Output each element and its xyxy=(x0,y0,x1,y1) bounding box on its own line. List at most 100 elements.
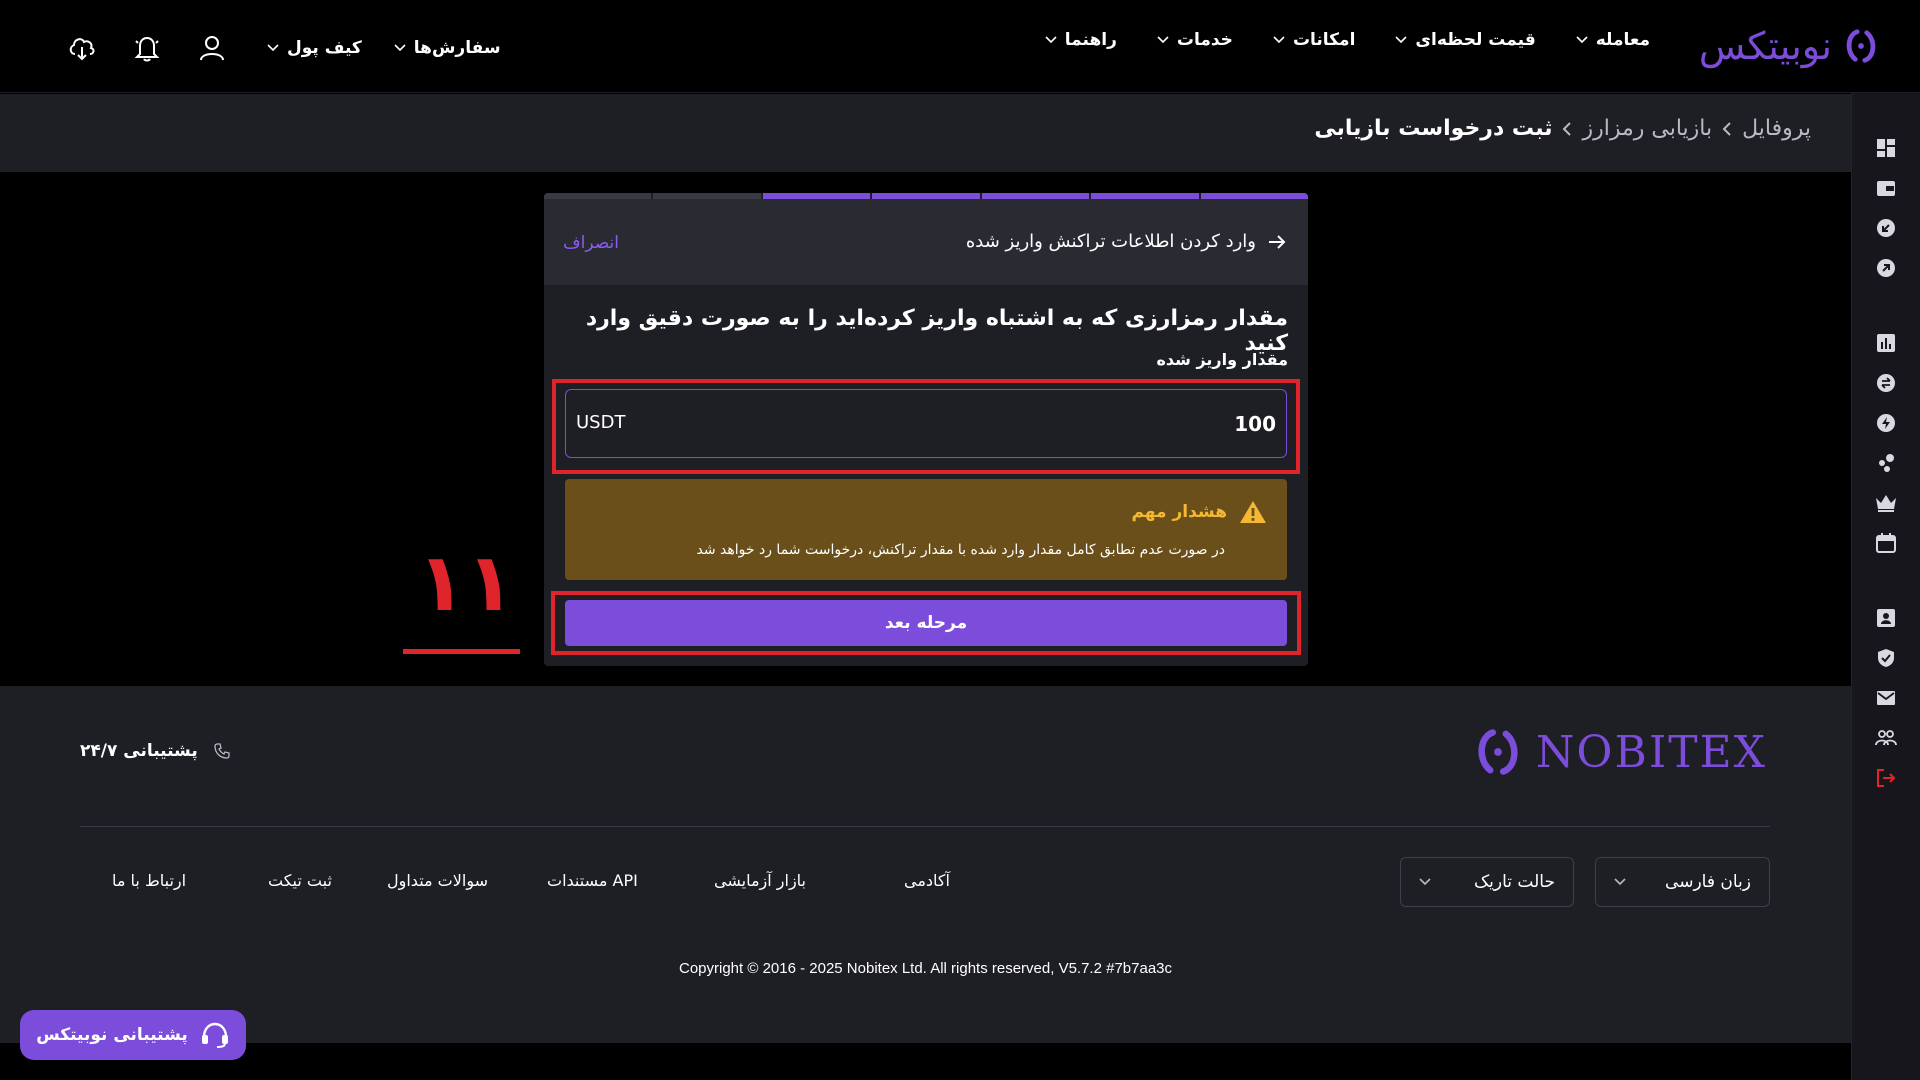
chevron-down-icon xyxy=(394,44,406,52)
arrow-right-icon[interactable] xyxy=(1268,234,1286,250)
warning-title-text: هشدار مهم xyxy=(1131,502,1227,522)
wallet-label: کیف پول xyxy=(287,38,362,58)
amount-value: 100 xyxy=(1234,412,1276,436)
headset-icon xyxy=(201,1022,228,1048)
chevron-down-icon xyxy=(1045,36,1057,44)
nav-help[interactable]: راهنما xyxy=(1045,30,1117,50)
wallet-icon[interactable] xyxy=(1874,176,1898,200)
nav-services-label: خدمات xyxy=(1176,30,1233,50)
footer-link-faq[interactable]: سوالات متداول xyxy=(387,871,488,890)
nav-features[interactable]: امکانات xyxy=(1273,30,1355,50)
breadcrumb-profile[interactable]: پروفایل xyxy=(1742,116,1811,141)
chevron-down-icon xyxy=(1273,36,1285,44)
nav-trade[interactable]: معامله xyxy=(1576,30,1650,50)
cancel-link[interactable]: انصراف xyxy=(563,233,619,253)
chevron-down-icon xyxy=(1157,36,1169,44)
amount-input[interactable]: USDT 100 xyxy=(565,389,1287,458)
crown-icon[interactable] xyxy=(1874,491,1898,515)
language-select-label: زبان فارسی xyxy=(1665,872,1751,892)
warning-body: در صورت عدم تطابق کامل مقدار وارد شده با… xyxy=(696,542,1226,558)
brand-logo[interactable]: نوبیتکس xyxy=(1699,24,1880,68)
notifications-button[interactable] xyxy=(127,28,167,68)
amount-unit: USDT xyxy=(576,412,626,433)
nav-services[interactable]: خدمات xyxy=(1157,30,1233,50)
theme-select-label: حالت تاریک xyxy=(1473,872,1555,892)
withdraw-icon[interactable] xyxy=(1874,256,1898,280)
profile-button[interactable] xyxy=(192,28,232,68)
footer-brand-name: NOBITEX xyxy=(1535,726,1767,778)
support-chat-button[interactable]: پشتیبانی نوبیتکس xyxy=(20,1010,246,1060)
nav-prices-label: قیمت لحظه‌ای xyxy=(1415,30,1536,50)
recovery-request-card: وارد کردن اطلاعات تراکنش واریز شده انصرا… xyxy=(544,193,1308,666)
chevron-down-icon xyxy=(1395,36,1407,44)
nobitex-logo-icon xyxy=(1846,29,1876,63)
chevron-left-icon xyxy=(1722,121,1731,136)
breadcrumb-bar: پروفایل بازیابی رمزارز ثبت درخواست بازیا… xyxy=(0,94,1851,172)
chart-icon[interactable] xyxy=(1874,331,1898,355)
user-icon xyxy=(200,36,224,61)
nav-prices[interactable]: قیمت لحظه‌ای xyxy=(1395,30,1536,50)
card-title: وارد کردن اطلاعات تراکنش واریز شده xyxy=(966,231,1286,252)
top-navbar: نوبیتکس معامله قیمت لحظه‌ای امکانات خدما… xyxy=(0,0,1920,93)
shield-check-icon[interactable] xyxy=(1874,646,1898,670)
nobitex-logo-icon xyxy=(1478,729,1518,775)
nav-help-label: راهنما xyxy=(1064,30,1117,50)
wallet-menu[interactable]: کیف پول xyxy=(267,38,362,58)
orders-label: سفارش‌ها xyxy=(413,38,501,58)
instruction-text: مقدار رمزارزی که به اشتباه واریز کرده‌ای… xyxy=(585,306,1288,356)
next-step-button[interactable]: مرحله بعد xyxy=(565,600,1287,646)
id-card-icon[interactable] xyxy=(1874,606,1898,630)
download-app-button[interactable] xyxy=(62,28,102,68)
breadcrumb-current: ثبت درخواست بازیابی xyxy=(1314,116,1553,141)
footer-link-academy[interactable]: آکادمی xyxy=(904,871,950,890)
phone-icon xyxy=(214,743,230,759)
mail-icon[interactable] xyxy=(1874,686,1898,710)
footer-link-ticket[interactable]: ثبت تیکت xyxy=(268,871,332,890)
exchange-icon[interactable] xyxy=(1874,371,1898,395)
breadcrumb-crypto-recovery[interactable]: بازیابی رمزارز xyxy=(1582,116,1712,141)
orders-menu[interactable]: سفارش‌ها xyxy=(394,38,501,58)
right-sidebar xyxy=(1851,93,1920,1080)
footer-link-testnet[interactable]: بازار آزمایشی xyxy=(714,871,806,890)
lightning-icon[interactable] xyxy=(1874,411,1898,435)
nav-features-label: امکانات xyxy=(1292,30,1356,50)
nav-trade-label: معامله xyxy=(1595,30,1650,50)
chevron-down-icon xyxy=(1614,878,1626,886)
main-nav: معامله قیمت لحظه‌ای امکانات خدمات راهنما xyxy=(1045,30,1650,50)
support-label: پشتیبانی ۲۴/۷ xyxy=(80,741,198,761)
support-chat-label: پشتیبانی نوبیتکس xyxy=(36,1025,188,1045)
deposit-icon[interactable] xyxy=(1874,216,1898,240)
annotation-underline xyxy=(403,649,520,654)
logout-icon[interactable] xyxy=(1874,766,1898,790)
chevron-down-icon xyxy=(1419,878,1431,886)
footer: NOBITEX پشتیبانی ۲۴/۷ ارتباط با ما ثبت ت… xyxy=(0,686,1851,1043)
breadcrumb: پروفایل بازیابی رمزارز ثبت درخواست بازیا… xyxy=(1314,116,1811,141)
chevron-down-icon xyxy=(267,44,279,52)
calendar-icon[interactable] xyxy=(1874,531,1898,555)
annotation-number: ۱۱ xyxy=(417,536,515,629)
user-nav: کیف پول سفارش‌ها xyxy=(62,28,523,68)
staking-icon[interactable] xyxy=(1874,451,1898,475)
footer-divider xyxy=(80,826,1770,827)
footer-links: ارتباط با ما ثبت تیکت سوالات متداول مستن… xyxy=(80,871,980,901)
referral-icon[interactable] xyxy=(1874,726,1898,750)
theme-select[interactable]: حالت تاریک xyxy=(1400,857,1574,907)
footer-link-contact[interactable]: ارتباط با ما xyxy=(112,871,186,890)
chevron-down-icon xyxy=(1576,36,1588,44)
footer-logo[interactable]: NOBITEX xyxy=(1472,726,1767,778)
footer-link-api-docs[interactable]: مستندات API xyxy=(547,871,638,890)
bell-icon xyxy=(134,36,160,62)
card-header: وارد کردن اطلاعات تراکنش واریز شده انصرا… xyxy=(544,199,1308,285)
card-title-text: وارد کردن اطلاعات تراکنش واریز شده xyxy=(965,231,1256,252)
language-select[interactable]: زبان فارسی xyxy=(1595,857,1770,907)
copyright-text: Copyright © 2016 - 2025 Nobitex Ltd. All… xyxy=(678,960,1172,977)
warning-icon xyxy=(1240,501,1266,523)
warning-box: هشدار مهم در صورت عدم تطابق کامل مقدار و… xyxy=(565,479,1287,580)
support-contact[interactable]: پشتیبانی ۲۴/۷ xyxy=(80,741,230,761)
brand-name: نوبیتکس xyxy=(1698,24,1833,68)
amount-field-label: مقدار واریز شده xyxy=(1156,350,1288,369)
dashboard-icon[interactable] xyxy=(1874,136,1898,160)
chevron-left-icon xyxy=(1563,121,1572,136)
warning-title: هشدار مهم xyxy=(1131,500,1267,524)
cloud-download-icon xyxy=(69,38,95,61)
